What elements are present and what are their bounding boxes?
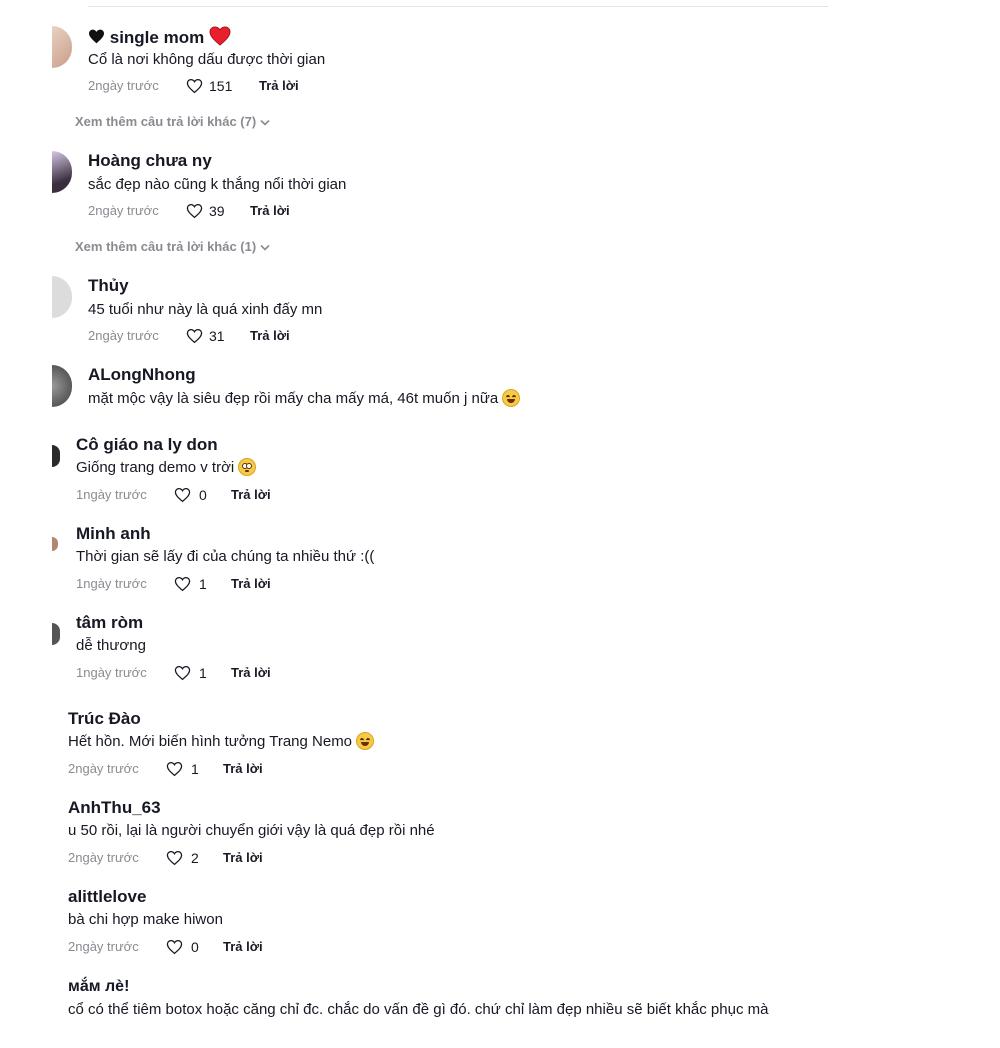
- reply-button[interactable]: Trả lời: [250, 326, 290, 346]
- reply-button[interactable]: Trả lời: [231, 663, 271, 683]
- view-more-replies-button[interactable]: Xem thêm câu trả lời khác (1): [75, 237, 270, 257]
- comment-text: u 50 rồi, lại là người chuyển giới vậy l…: [68, 822, 435, 839]
- comment-time: 1ngày trước: [76, 576, 147, 591]
- comment-username[interactable]: ALongNhong: [88, 365, 196, 385]
- comment-text: Hết hồn. Mới biến hình tưởng Trang Nemo: [68, 732, 375, 752]
- comment-username[interactable]: single mom: [88, 26, 231, 48]
- comment-username-text: single mom: [109, 28, 205, 47]
- comment-username[interactable]: Minh anh: [76, 524, 151, 544]
- comment-text: cổ có thể tiêm botox hoặc căng chỉ đc. c…: [68, 1001, 769, 1018]
- comment-username[interactable]: alittlelove: [68, 887, 146, 907]
- like-count: 39: [209, 203, 225, 219]
- comment-text-content: Giống trang demo v trời: [76, 459, 235, 476]
- avatar[interactable]: [52, 26, 72, 68]
- comment-text: 45 tuổi như này là quá xinh đấy mn: [88, 301, 323, 318]
- reply-button[interactable]: Trả lời: [223, 937, 263, 957]
- comment-time: 2ngày trước: [88, 203, 159, 218]
- avatar[interactable]: [52, 276, 72, 318]
- comment-username[interactable]: Thủy: [88, 276, 129, 296]
- comment-text: Thời gian sẽ lấy đi của chúng ta nhiều t…: [76, 548, 375, 565]
- comment-meta: 1ngày trước 1 Trả lời: [76, 663, 336, 683]
- comment-meta: 2ngày trước 2 Trả lời: [68, 848, 328, 868]
- red-heart-icon: [209, 26, 231, 46]
- comment-text: bà chi hợp make hiwon: [68, 911, 223, 928]
- like-heart-icon[interactable]: [174, 665, 191, 681]
- view-more-replies-label: Xem thêm câu trả lời khác (7): [75, 114, 257, 129]
- comment-text-content: mặt mộc vậy là siêu đẹp rồi mấy cha mấy …: [88, 390, 499, 407]
- comment-time: 2ngày trước: [68, 761, 139, 776]
- like-count: 1: [199, 576, 207, 592]
- black-heart-icon: [89, 29, 104, 44]
- like-count: 31: [209, 328, 225, 344]
- comment-username[interactable]: Cô giáo na ly don: [76, 435, 218, 455]
- comment-username[interactable]: tâm ròm: [76, 613, 143, 633]
- comment-time: 1ngày trước: [76, 665, 147, 680]
- comment-username[interactable]: AnhThu_63: [68, 798, 161, 818]
- laughing-emoji-icon: [502, 389, 521, 407]
- chevron-down-icon: [260, 119, 270, 126]
- comment-text: sắc đẹp nào cũng k thắng nổi thời gian: [88, 176, 347, 193]
- avatar[interactable]: [52, 623, 60, 645]
- laughing-emoji-icon: [356, 732, 375, 750]
- like-count: 0: [199, 487, 207, 503]
- comment-text: mặt mộc vậy là siêu đẹp rồi mấy cha mấy …: [88, 389, 521, 409]
- flushed-emoji-icon: [238, 458, 257, 476]
- reply-button[interactable]: Trả lời: [223, 848, 263, 868]
- like-count: 0: [191, 939, 199, 955]
- avatar[interactable]: [52, 365, 72, 407]
- avatar[interactable]: [52, 537, 58, 551]
- comment-username[interactable]: мắм лè!: [68, 977, 129, 997]
- comment-meta: 1ngày trước 1 Trả lời: [76, 574, 336, 594]
- comment-meta: 2ngày trước 31 Trả lời: [88, 326, 348, 346]
- comment-meta: 2ngày trước 151 Trả lời: [88, 76, 348, 96]
- comment-text: Giống trang demo v trời: [76, 458, 257, 478]
- like-heart-icon[interactable]: [166, 850, 183, 866]
- view-more-replies-button[interactable]: Xem thêm câu trả lời khác (7): [75, 112, 270, 132]
- like-count: 2: [191, 850, 199, 866]
- like-count: 1: [191, 761, 199, 777]
- like-count: 1: [199, 665, 207, 681]
- reply-button[interactable]: Trả lời: [223, 759, 263, 779]
- chevron-down-icon: [260, 244, 270, 251]
- like-heart-icon[interactable]: [186, 328, 203, 344]
- comment-text: Cổ là nơi không dấu được thời gian: [88, 51, 326, 68]
- like-heart-icon[interactable]: [166, 939, 183, 955]
- like-heart-icon[interactable]: [186, 78, 203, 94]
- comment-username[interactable]: Hoàng chưa ny: [88, 151, 212, 171]
- like-count: 151: [209, 78, 233, 94]
- comment-meta: 2ngày trước 1 Trả lời: [68, 759, 328, 779]
- like-heart-icon[interactable]: [174, 576, 191, 592]
- comment-time: 2ngày trước: [88, 328, 159, 343]
- view-more-replies-label: Xem thêm câu trả lời khác (1): [75, 239, 257, 254]
- comment-username[interactable]: Trúc Đào: [68, 709, 141, 729]
- like-heart-icon[interactable]: [166, 761, 183, 777]
- reply-button[interactable]: Trả lời: [259, 76, 299, 96]
- comment-meta: 1ngày trước 0 Trả lời: [76, 485, 336, 505]
- comment-meta: 2ngày trước 39 Trả lời: [88, 201, 348, 221]
- reply-button[interactable]: Trả lời: [231, 485, 271, 505]
- like-heart-icon[interactable]: [174, 487, 191, 503]
- top-divider: [88, 6, 828, 7]
- comment-text: dễ thương: [76, 637, 146, 654]
- reply-button[interactable]: Trả lời: [231, 574, 271, 594]
- comment-text-content: Hết hồn. Mới biến hình tưởng Trang Nemo: [68, 733, 353, 750]
- comment-time: 1ngày trước: [76, 487, 147, 502]
- like-heart-icon[interactable]: [186, 203, 203, 219]
- comment-time: 2ngày trước: [68, 850, 139, 865]
- avatar[interactable]: [52, 445, 60, 467]
- avatar[interactable]: [52, 151, 72, 193]
- reply-button[interactable]: Trả lời: [250, 201, 290, 221]
- comment-meta: 2ngày trước 0 Trả lời: [68, 937, 328, 957]
- comment-time: 2ngày trước: [68, 939, 139, 954]
- comment-time: 2ngày trước: [88, 78, 159, 93]
